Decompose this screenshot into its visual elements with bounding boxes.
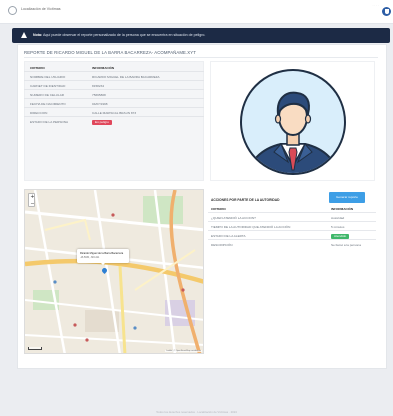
report-title: REPORTE DE RICARDO MIGUEL DE LA BARRA BA… xyxy=(24,50,196,55)
map-zoom-control: + − xyxy=(28,193,35,207)
status-badge-success: Atendido xyxy=(331,233,350,239)
info-header-criterio: CRITERIO xyxy=(30,66,45,70)
alert-prefix: Nota: xyxy=(33,33,43,37)
info-key: DIRECCION xyxy=(30,111,48,115)
location-map[interactable]: + − Ricardo Miguel de la Barra Bacarreza… xyxy=(24,189,204,354)
info-key: NOMBRE DEL USUARIO xyxy=(30,75,66,79)
user-shield-icon[interactable] xyxy=(382,7,391,16)
top-right-text: · · · · xyxy=(372,3,380,7)
app-logo-icon[interactable] xyxy=(8,6,17,15)
alert-text: Nota: Aquí puede observar el reporte per… xyxy=(33,33,205,37)
map-attribution[interactable]: Leaflet | © OpenStreetMap contributors xyxy=(165,350,202,352)
info-value: 8158234 xyxy=(92,84,105,88)
actions-title: ACCIONES POR PARTE DE LA AUTORIDAD xyxy=(211,198,280,202)
action-key: DESCRIPCIÓN xyxy=(211,243,233,247)
info-row-estado: ESTADO DE LA PERSONA En peligro xyxy=(24,117,204,126)
alert-message: Aquí puede observar el reporte personali… xyxy=(43,33,206,37)
map-popup[interactable]: Ricardo Miguel de la Barra Bacarreza -16… xyxy=(77,249,129,265)
status-badge-danger: En peligro xyxy=(92,119,112,125)
popup-coordinates: -16.5030, -68.1211 xyxy=(80,257,100,259)
top-navbar: Localización de Víctimas · · · · xyxy=(0,0,393,24)
action-value: 5 minutos xyxy=(331,225,345,229)
map-tiles xyxy=(25,190,203,353)
action-value: Autoridad xyxy=(331,216,345,220)
action-key: ¿QUIEN ATENDIÓ LA ACCION? xyxy=(211,216,256,220)
actions-row-descripcion: DESCRIPCIÓN Se llamó a la persona xyxy=(208,240,376,249)
info-row-nombre: NOMBRE DEL USUARIO RICARDO MIGUEL DE LA … xyxy=(24,72,204,81)
warning-icon xyxy=(21,32,27,38)
info-value: 04/07/1998 xyxy=(92,102,108,106)
info-key: ESTADO DE LA PERSONA xyxy=(30,120,69,124)
actions-header-criterio: CRITERIO xyxy=(211,207,226,211)
alert-banner: Nota: Aquí puede observar el reporte per… xyxy=(12,28,390,43)
actions-table-header: CRITERIO INFORMACIÓN xyxy=(208,204,376,213)
info-value: RICARDO MIGUEL DE LA BARRA BACARREZA xyxy=(92,75,160,79)
page-footer: Todos los derechos reservados · Localiza… xyxy=(156,410,237,414)
title-divider xyxy=(24,57,378,58)
info-header-informacion: INFORMACIÓN xyxy=(92,66,115,70)
profile-photo-panel xyxy=(210,61,375,181)
info-value: 75695808 xyxy=(92,93,106,97)
info-key: NUMERO DE CELULAR xyxy=(30,93,65,97)
generate-report-button[interactable]: Generar reporte xyxy=(329,192,365,203)
info-key: CARNET DE IDENTIDAD xyxy=(30,84,66,88)
popup-title: Ricardo Miguel de la Barra Bacarreza xyxy=(80,252,124,255)
actions-row-estado: ESTADO DE LA ALERTA Atendido xyxy=(208,231,376,240)
user-avatar-icon xyxy=(240,69,346,175)
actions-row-quien: ¿QUIEN ATENDIÓ LA ACCION? Autoridad xyxy=(208,213,376,222)
actions-header-informacion: INFORMACIÓN xyxy=(331,207,354,211)
info-row-direccion: DIRECCION CALLE MARISCAL BRAUN 873 xyxy=(24,108,204,117)
info-value: CALLE MARISCAL BRAUN 873 xyxy=(92,111,137,115)
zoom-in-button[interactable]: + xyxy=(29,194,36,200)
info-key: FECHA DE NACIMIENTO xyxy=(30,102,66,106)
zoom-out-button[interactable]: − xyxy=(29,201,36,207)
action-key: TIEMPO DE LA AUTORIDAD QUE ATENDIÓ LA AC… xyxy=(211,225,291,229)
info-table-header: CRITERIO INFORMACIÓN xyxy=(24,63,204,72)
actions-row-tiempo: TIEMPO DE LA AUTORIDAD QUE ATENDIÓ LA AC… xyxy=(208,222,376,231)
info-row-carnet: CARNET DE IDENTIDAD 8158234 xyxy=(24,81,204,90)
action-value: Se llamó a la persona xyxy=(331,243,361,247)
app-name[interactable]: Localización de Víctimas xyxy=(21,7,61,11)
info-row-nacimiento: FECHA DE NACIMIENTO 04/07/1998 xyxy=(24,99,204,108)
info-row-celular: NUMERO DE CELULAR 75695808 xyxy=(24,90,204,99)
action-key: ESTADO DE LA ALERTA xyxy=(211,234,246,238)
map-scale-bar xyxy=(28,347,42,350)
